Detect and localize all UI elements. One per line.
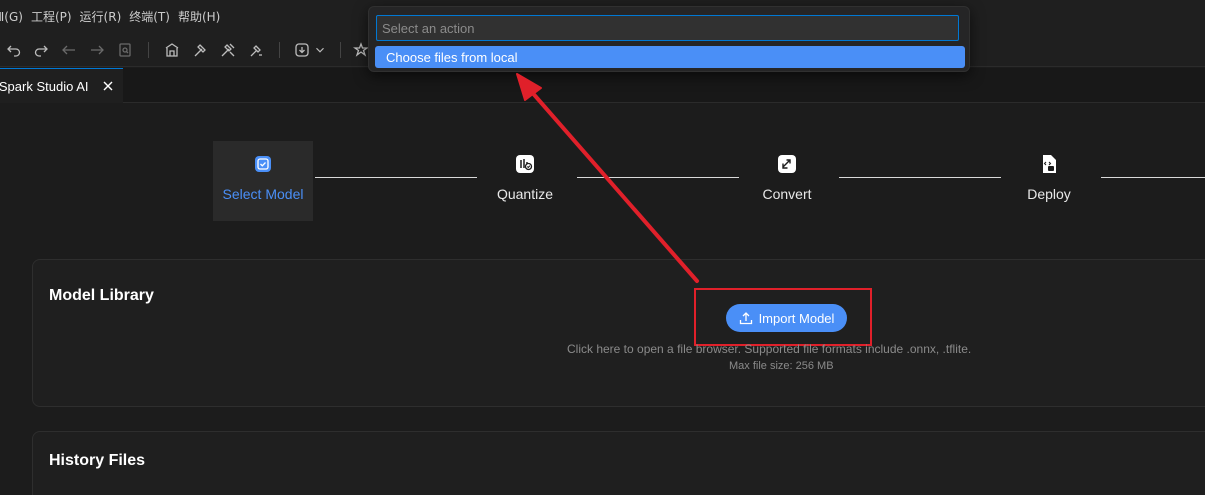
undo-icon[interactable] [5, 41, 23, 59]
step-label: Select Model [222, 186, 304, 202]
redo-icon[interactable] [32, 41, 50, 59]
step-select-model[interactable]: Select Model [213, 141, 313, 221]
step-connector [1101, 177, 1205, 178]
toolbar-separator [279, 42, 280, 58]
step-connector [839, 177, 1001, 178]
chevron-down-icon[interactable] [313, 41, 327, 59]
tab-ispark-studio-ai[interactable]: iSpark Studio AI [0, 68, 123, 103]
find-icon[interactable] [116, 41, 134, 59]
step-label: Deploy [1027, 186, 1071, 202]
step-label: Convert [762, 186, 812, 202]
menu-item-run[interactable]: 运行(R) [80, 8, 128, 25]
choose-files-from-local-option[interactable]: Choose files from local [375, 46, 965, 68]
close-icon[interactable] [101, 79, 115, 93]
menu-item-help[interactable]: 帮助(H) [178, 8, 226, 25]
step-deploy[interactable]: Deploy [999, 141, 1099, 221]
deploy-icon [1039, 154, 1059, 174]
download-icon[interactable] [293, 41, 311, 59]
import-hint-text: Click here to open a file browser. Suppo… [567, 342, 972, 356]
convert-icon [777, 154, 797, 174]
menu-item-g[interactable]: Ⅲ(G) [0, 10, 29, 24]
step-connector [315, 177, 477, 178]
toolbar-separator [148, 42, 149, 58]
model-library-title: Model Library [49, 287, 154, 304]
step-convert[interactable]: Convert [737, 141, 837, 221]
annotation-highlight-box [694, 288, 872, 346]
action-search-input[interactable] [376, 15, 959, 41]
tools-icon[interactable] [219, 41, 237, 59]
forward-icon[interactable] [88, 41, 106, 59]
menu-item-terminal[interactable]: 终端(T) [129, 8, 176, 25]
history-files-title: History Files [49, 452, 146, 469]
model-library-card: Model Library [32, 259, 1205, 407]
checkbox-icon [253, 154, 273, 174]
quantize-icon [515, 154, 535, 174]
step-label: Quantize [496, 186, 554, 202]
hammer-icon[interactable] [191, 41, 209, 59]
command-palette: Choose files from local [368, 6, 970, 72]
editor-tab-bar: iSpark Studio AI [0, 68, 1205, 103]
clean-icon[interactable] [247, 41, 265, 59]
tab-label: iSpark Studio AI [0, 78, 89, 94]
toolbar-separator [340, 42, 341, 58]
menu-item-project[interactable]: 工程(P) [31, 8, 78, 25]
history-files-card: History Files [32, 431, 1205, 495]
main-content: Select Model Quantize Convert Deploy Mod… [0, 104, 1205, 495]
step-connector [577, 177, 739, 178]
build-icon[interactable] [163, 41, 181, 59]
back-icon[interactable] [60, 41, 78, 59]
step-quantize[interactable]: Quantize [475, 141, 575, 221]
max-file-size-text: Max file size: 256 MB [729, 360, 834, 372]
